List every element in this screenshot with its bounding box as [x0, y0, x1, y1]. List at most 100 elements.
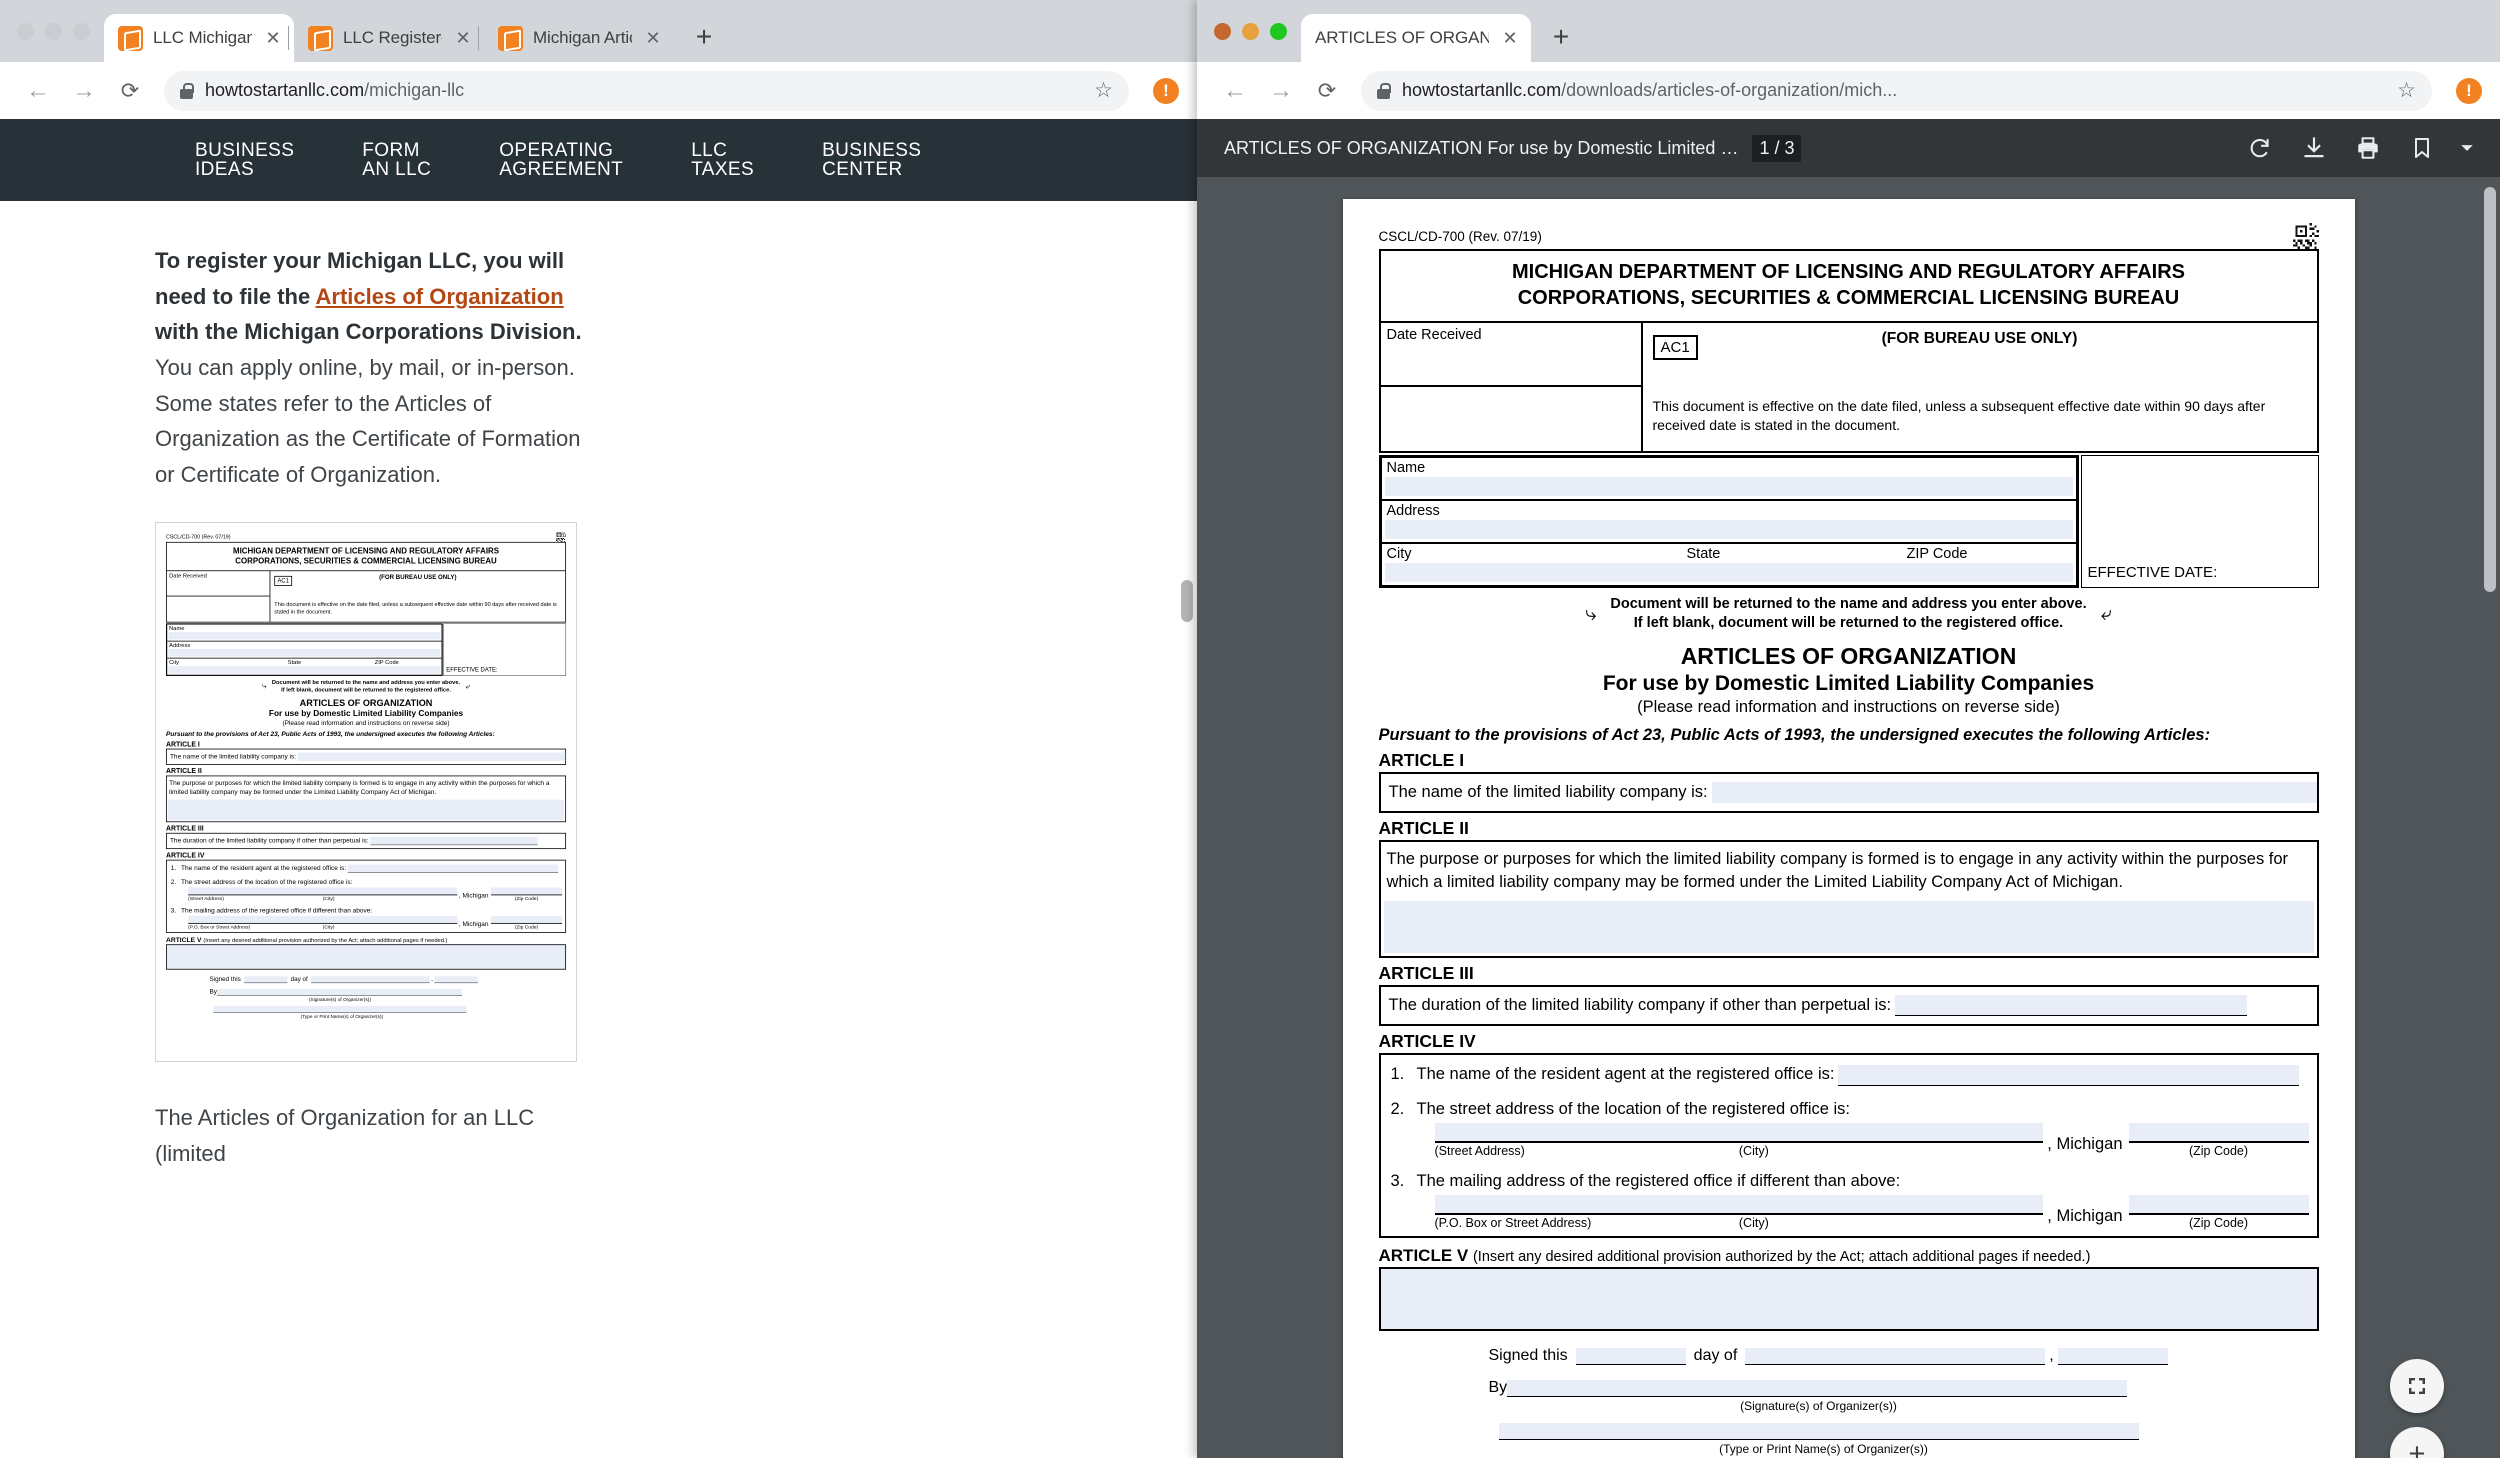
address-input[interactable]: [1384, 519, 2073, 539]
address-bar[interactable]: howtostartanllc.com/michigan-llc ☆: [164, 70, 1129, 111]
nav-item-llc-taxes[interactable]: LLC TAXES: [691, 141, 754, 179]
rotate-icon[interactable]: [2240, 128, 2280, 168]
right-window-controls[interactable]: [1197, 23, 1301, 62]
scrollbar-thumb[interactable]: [2484, 187, 2496, 592]
articles-of-organization-link[interactable]: Articles of Organization: [316, 284, 564, 309]
print-icon[interactable]: [2348, 128, 2388, 168]
resident-agent-name-input[interactable]: [1838, 1064, 2299, 1086]
city-state-zip-input[interactable]: [1384, 562, 2073, 582]
name-field-row[interactable]: Name: [167, 625, 442, 642]
signed-day-input[interactable]: [1575, 1347, 1686, 1365]
signed-day-input[interactable]: [243, 976, 288, 984]
zoom-window-button[interactable]: [73, 23, 90, 40]
signed-month-input[interactable]: [310, 976, 430, 984]
caption-signature: (Signature(s) of Organizer(s)): [308, 996, 371, 1003]
address-field-row[interactable]: Address: [1381, 501, 2076, 544]
street-address-input[interactable]: [1434, 1122, 2044, 1143]
close-icon[interactable]: ✕: [452, 27, 474, 49]
address-bar[interactable]: howtostartanllc.com/downloads/articles-o…: [1361, 70, 2432, 111]
new-tab-button[interactable]: +: [1540, 16, 1582, 58]
signature-input[interactable]: [216, 989, 462, 996]
left-page-scrollbar[interactable]: [1181, 384, 1193, 1458]
nav-item-form-an-llc[interactable]: FORM AN LLC: [362, 141, 431, 179]
company-name-input[interactable]: [1711, 781, 2317, 803]
street-address-group[interactable]: (Street Address) (City): [1434, 1122, 2044, 1158]
left-window-controls[interactable]: [0, 23, 104, 62]
nav-item-business-ideas[interactable]: BUSINESS IDEAS: [195, 141, 294, 179]
resident-agent-name-input[interactable]: [347, 864, 559, 874]
zip-group[interactable]: (Zip Code): [2128, 1122, 2309, 1158]
effective-date-note: This document is effective on the date f…: [1652, 397, 2266, 433]
mailing-zip-input[interactable]: [490, 916, 563, 925]
city-state-zip-row[interactable]: City State ZIP Code: [167, 659, 441, 674]
zip-input[interactable]: [2128, 1122, 2309, 1143]
name-field-row[interactable]: Name: [1381, 458, 2076, 501]
city-state-zip-row[interactable]: City State ZIP Code: [1382, 544, 2076, 582]
article-5-input[interactable]: [1378, 1266, 2319, 1331]
left-browser-window: LLC Michigan - How to For ✕ LLC Register…: [0, 0, 1197, 1458]
reload-icon[interactable]: ⟳: [1307, 71, 1347, 111]
mailing-address-group[interactable]: (P.O. Box or Street Address) (City): [1434, 1194, 2044, 1230]
download-icon[interactable]: [2294, 128, 2334, 168]
browser-tab-3[interactable]: Michigan Articles of Organ ✕: [478, 14, 674, 62]
mailing-address-group[interactable]: (P.O. Box or Street Address) (City): [188, 916, 458, 930]
minimize-window-button[interactable]: [45, 23, 62, 40]
bookmark-icon[interactable]: [2402, 128, 2442, 168]
pdf-viewport[interactable]: CSCL/CD-700 (Rev. 07/19) MICHIGAN DEPART…: [1197, 177, 2500, 1458]
close-window-button[interactable]: [17, 23, 34, 40]
close-icon[interactable]: ✕: [642, 27, 664, 49]
forward-icon[interactable]: →: [1261, 71, 1301, 111]
signature-input[interactable]: [1507, 1379, 2128, 1397]
close-icon[interactable]: ✕: [1499, 27, 1521, 49]
duration-input[interactable]: [1895, 994, 2247, 1016]
mailing-address-input[interactable]: [1434, 1194, 2044, 1215]
minimize-window-button[interactable]: [1242, 23, 1259, 40]
profile-alert-icon[interactable]: !: [1153, 77, 1179, 104]
print-name-input[interactable]: [1498, 1422, 2139, 1440]
scrollbar-thumb[interactable]: [1181, 580, 1193, 622]
close-icon[interactable]: ✕: [262, 27, 284, 49]
signed-year-input[interactable]: [434, 976, 478, 984]
mailing-zip-group[interactable]: (Zip Code): [490, 916, 563, 930]
address-input[interactable]: [168, 649, 441, 657]
bookmark-star-icon[interactable]: ☆: [1094, 78, 1113, 103]
company-name-input[interactable]: [297, 752, 566, 762]
back-icon[interactable]: ←: [1215, 71, 1255, 111]
zip-input[interactable]: [490, 887, 563, 896]
signed-year-input[interactable]: [2057, 1347, 2168, 1365]
street-address-group[interactable]: (Street Address) (City): [188, 887, 458, 902]
embedded-pdf-preview[interactable]: CSCL/CD-700 (Rev. 07/19) MICHIGAN DEPART…: [155, 522, 577, 1063]
duration-input[interactable]: [370, 837, 538, 846]
article-2-input[interactable]: [1383, 900, 2314, 953]
nav-item-operating-agreement[interactable]: OPERATING AGREEMENT: [499, 141, 623, 179]
pdf-scrollbar[interactable]: [2484, 177, 2496, 1458]
article-2-input[interactable]: [167, 799, 565, 821]
forward-icon[interactable]: →: [64, 71, 104, 111]
city-state-zip-input[interactable]: [168, 666, 441, 674]
print-name-input[interactable]: [213, 1006, 467, 1013]
bookmark-star-icon[interactable]: ☆: [2397, 78, 2416, 103]
mailing-zip-group[interactable]: (Zip Code): [2128, 1194, 2309, 1230]
close-window-button[interactable]: [1214, 23, 1231, 40]
browser-tab-pdf[interactable]: ARTICLES OF ORGANIZATION ✕: [1301, 14, 1531, 62]
name-input[interactable]: [1384, 476, 2073, 496]
article-5-subtitle: (Insert any desired additional provision…: [203, 937, 448, 944]
article-5-input[interactable]: [166, 944, 567, 970]
mailing-zip-input[interactable]: [2128, 1194, 2309, 1215]
nav-item-business-center[interactable]: BUSINESS CENTER: [822, 141, 921, 179]
zoom-in-button[interactable]: +: [2390, 1427, 2444, 1458]
name-input[interactable]: [168, 632, 441, 640]
zoom-window-button[interactable]: [1270, 23, 1287, 40]
signed-month-input[interactable]: [1745, 1347, 2046, 1365]
pdf-page-indicator: 1 / 3: [1752, 134, 1802, 162]
browser-tab-1[interactable]: LLC Michigan - How to For ✕: [104, 14, 294, 62]
address-field-row[interactable]: Address: [167, 642, 442, 659]
profile-alert-icon[interactable]: !: [2456, 77, 2482, 104]
fit-to-page-button[interactable]: [2390, 1359, 2444, 1413]
reload-icon[interactable]: ⟳: [110, 71, 150, 111]
back-icon[interactable]: ←: [18, 71, 58, 111]
zip-group[interactable]: (Zip Code): [490, 887, 563, 902]
chevron-down-icon[interactable]: [2456, 128, 2478, 168]
new-tab-button[interactable]: +: [683, 16, 725, 58]
browser-tab-2[interactable]: LLC Registered Agent - W ✕: [288, 14, 484, 62]
